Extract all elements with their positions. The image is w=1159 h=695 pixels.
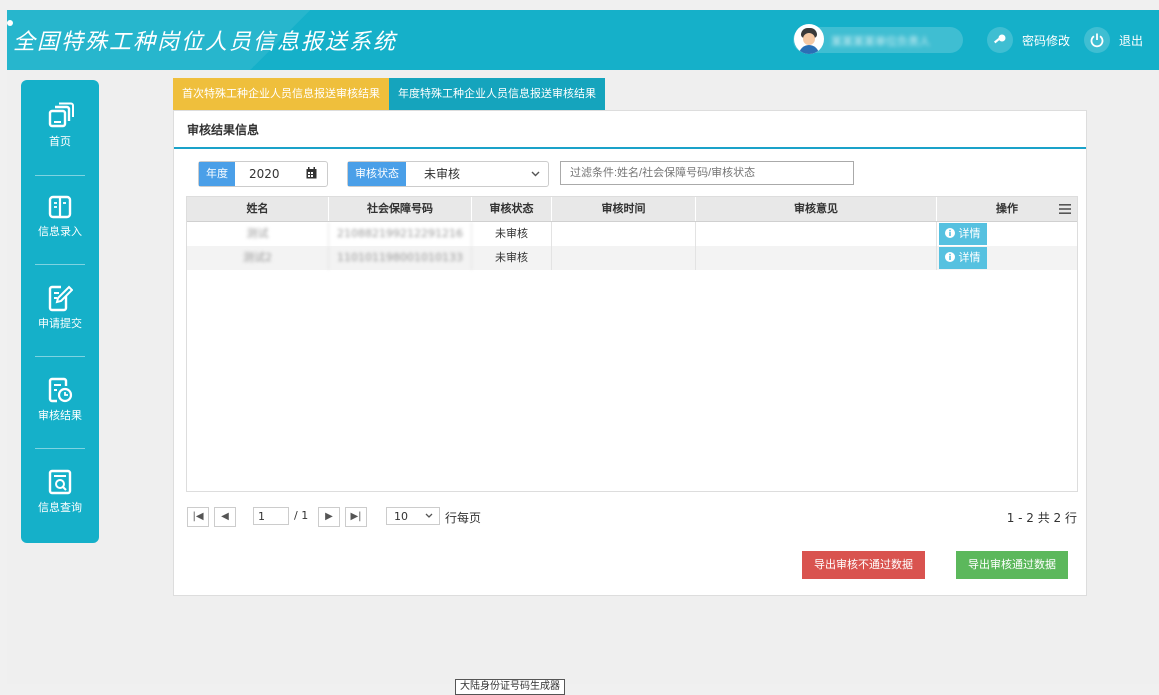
calendar-icon[interactable] <box>306 167 317 182</box>
change-password-label: 密码修改 <box>1022 33 1071 48</box>
export-fail-button[interactable]: 导出审核不通过数据 <box>802 551 925 579</box>
year-label: 年度 <box>199 162 235 186</box>
app-title: 全国特殊工种岗位人员信息报送系统 <box>13 30 398 55</box>
sidebar-item-label: 申请提交 <box>38 317 82 330</box>
page: 全国特殊工种岗位人员信息报送系统 某某某某单位负责人 密码修改 退出 首页 信息… <box>7 10 1159 695</box>
avatar <box>794 24 824 54</box>
info-icon <box>945 227 959 240</box>
page-total: / 1 <box>294 509 309 522</box>
table-header: 姓名 社会保障号码 审核状态 审核时间 审核意见 操作 <box>187 197 1077 222</box>
cell-name: 测试2 <box>187 246 329 270</box>
first-page-button[interactable]: |◀ <box>187 507 209 527</box>
status-label: 审核状态 <box>348 162 406 186</box>
column-header[interactable]: 审核时间 <box>552 197 696 221</box>
edit-icon <box>48 285 73 312</box>
power-icon <box>1084 27 1110 53</box>
chevron-down-icon <box>425 508 433 526</box>
cell-action: 详情 <box>937 246 1077 270</box>
column-header[interactable]: 审核状态 <box>472 197 552 221</box>
search-input[interactable] <box>560 161 854 185</box>
sidebar-item-result[interactable]: 审核结果 <box>21 358 99 428</box>
pagination: |◀ ◀ 1 / 1 ▶ ▶| 10 行每页 1 - 2 共 2 行 <box>187 507 1077 529</box>
sidebar-item-label: 首页 <box>49 135 71 148</box>
chevron-down-icon <box>531 168 540 182</box>
sidebar-item-submit[interactable]: 申请提交 <box>21 266 99 336</box>
status-filter[interactable]: 审核状态 未审核 <box>347 161 549 187</box>
cell-opinion <box>696 222 937 246</box>
clock-doc-icon <box>48 377 73 403</box>
column-header[interactable]: 社会保障号码 <box>329 197 472 221</box>
page-size-select[interactable]: 10 <box>386 507 440 525</box>
book-icon <box>48 195 72 219</box>
column-menu-icon[interactable] <box>1059 203 1071 217</box>
cell-ssn: 210882199212291216 <box>329 222 472 246</box>
table-row[interactable]: 测试2 110101198001010133 未审核 详情 <box>187 246 1077 270</box>
export-pass-button[interactable]: 导出审核通过数据 <box>956 551 1068 579</box>
tab-annual-report[interactable]: 年度特殊工种企业人员信息报送审核结果 <box>389 78 605 110</box>
detail-button[interactable]: 详情 <box>939 223 987 245</box>
column-header[interactable]: 操作 <box>937 197 1077 221</box>
logout-button[interactable]: 退出 <box>1084 27 1143 53</box>
bottom-tag[interactable]: 大陆身份证号码生成器 <box>455 679 565 695</box>
cell-status: 未审核 <box>472 246 552 270</box>
status-value: 未审核 <box>424 167 461 181</box>
cell-ssn: 110101198001010133 <box>329 246 472 270</box>
sidebar-item-query[interactable]: 信息查询 <box>21 450 99 520</box>
search-doc-icon <box>48 469 72 495</box>
sidebar-item-entry[interactable]: 信息录入 <box>21 176 99 246</box>
info-icon <box>945 251 959 264</box>
result-table: 姓名 社会保障号码 审核状态 审核时间 审核意见 操作 测试 210882199… <box>186 196 1078 492</box>
cell-time <box>552 222 696 246</box>
page-size-value: 10 <box>394 510 408 523</box>
result-panel: 审核结果信息 年度 2020 审核状态 未审核 姓名 社会保障号码 审核状态 审… <box>173 110 1087 596</box>
sidebar-item-label: 审核结果 <box>38 409 82 422</box>
cell-status: 未审核 <box>472 222 552 246</box>
next-page-button[interactable]: ▶ <box>318 507 340 527</box>
user-menu[interactable]: 某某某某单位负责人 <box>793 24 963 54</box>
tab-bar: 首次特殊工种企业人员信息报送审核结果 年度特殊工种企业人员信息报送审核结果 <box>173 78 605 110</box>
detail-label: 详情 <box>958 251 981 264</box>
prev-page-button[interactable]: ◀ <box>214 507 236 527</box>
year-value: 2020 <box>249 167 280 181</box>
sidebar: 首页 信息录入 申请提交 审核结果 信息查询 <box>21 80 99 543</box>
column-header[interactable]: 姓名 <box>187 197 329 221</box>
user-name: 某某某某单位负责人 <box>831 35 930 48</box>
last-page-button[interactable]: ▶| <box>345 507 367 527</box>
sidebar-item-label: 信息录入 <box>38 225 82 238</box>
top-header: 全国特殊工种岗位人员信息报送系统 某某某某单位负责人 密码修改 退出 <box>7 10 1159 70</box>
tab-first-report[interactable]: 首次特殊工种企业人员信息报送审核结果 <box>173 78 389 110</box>
sidebar-item-home[interactable]: 首页 <box>21 84 99 154</box>
cell-opinion <box>696 246 937 270</box>
detail-label: 详情 <box>958 227 981 240</box>
sidebar-item-label: 信息查询 <box>38 501 82 514</box>
cell-name: 测试 <box>187 222 329 246</box>
logout-label: 退出 <box>1119 33 1144 48</box>
row-range-text: 1 - 2 共 2 行 <box>1006 511 1077 525</box>
cell-time <box>552 246 696 270</box>
year-filter[interactable]: 年度 2020 <box>198 161 328 187</box>
panel-title: 审核结果信息 <box>187 123 260 137</box>
change-password-button[interactable]: 密码修改 <box>987 27 1070 53</box>
home-icon <box>48 102 74 128</box>
panel-divider <box>174 147 1086 149</box>
cell-action: 详情 <box>937 222 1077 246</box>
per-page-label: 行每页 <box>445 511 482 525</box>
detail-button[interactable]: 详情 <box>939 247 987 269</box>
column-header[interactable]: 审核意见 <box>696 197 937 221</box>
key-icon <box>987 27 1013 53</box>
table-row[interactable]: 测试 210882199212291216 未审核 详情 <box>187 222 1077 246</box>
page-number-input[interactable]: 1 <box>253 507 289 525</box>
